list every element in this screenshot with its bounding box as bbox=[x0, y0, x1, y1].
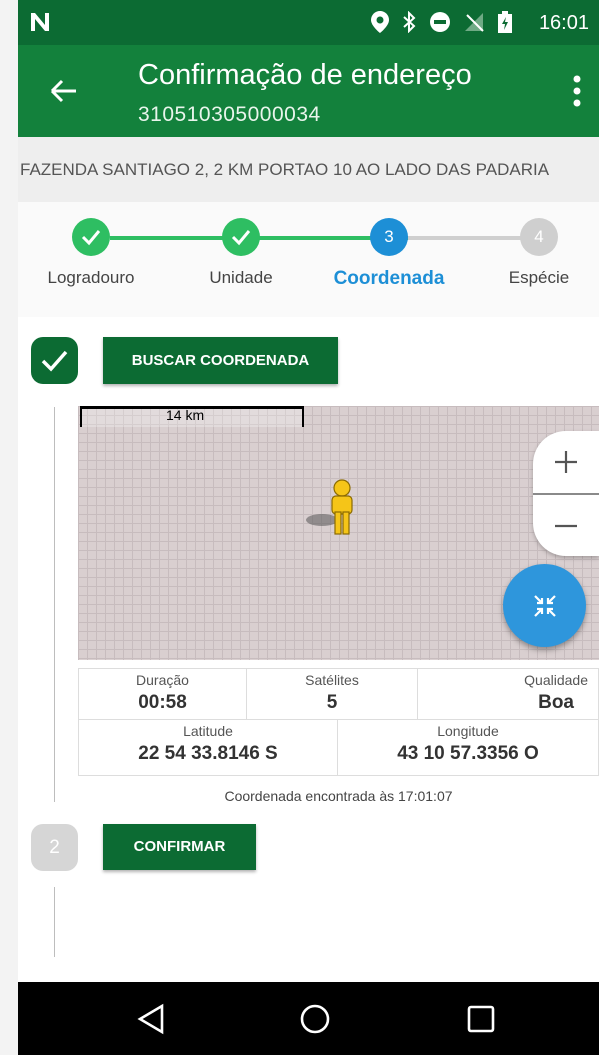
back-arrow-icon[interactable] bbox=[48, 75, 80, 107]
step-3-label: Coordenada bbox=[333, 268, 445, 289]
zoom-out-button[interactable] bbox=[533, 495, 599, 556]
location-pin-icon bbox=[371, 11, 389, 33]
address-bar: FAZENDA SANTIAGO 2, 2 KM PORTAO 10 AO LA… bbox=[18, 137, 599, 202]
latitude-cell: Latitude 22 54 33.8146 S bbox=[78, 719, 338, 776]
duration-label: Duração bbox=[136, 672, 189, 688]
status-icons bbox=[371, 10, 513, 34]
satellites-cell: Satélites 5 bbox=[246, 668, 418, 720]
app-bar: Confirmação de endereço 310510305000034 bbox=[18, 45, 599, 137]
duration-cell: Duração 00:58 bbox=[78, 668, 247, 720]
status-bar: 16:01 bbox=[18, 0, 599, 45]
zoom-controls bbox=[533, 431, 599, 556]
map-scale-label: 14 km bbox=[166, 407, 205, 423]
stepper: 3 4 Logradouro Unidade Coordenada Espéci… bbox=[18, 202, 599, 302]
check-icon bbox=[41, 350, 68, 372]
step-1-done-indicator bbox=[31, 337, 78, 384]
collapse-arrows-icon bbox=[533, 594, 556, 617]
do-not-disturb-icon bbox=[430, 12, 450, 32]
check-icon bbox=[231, 230, 251, 246]
confirmar-button[interactable]: CONFIRMAR bbox=[103, 824, 256, 870]
plus-icon bbox=[555, 451, 577, 473]
quality-label: Qualidade bbox=[524, 672, 588, 688]
satellites-value: 5 bbox=[326, 692, 338, 713]
step-connector-3 bbox=[408, 236, 538, 240]
status-time: 16:01 bbox=[538, 12, 589, 34]
recents-square-icon[interactable] bbox=[466, 1004, 496, 1034]
page-title: Confirmação de endereço bbox=[138, 59, 472, 91]
longitude-cell: Longitude 43 10 57.3356 O bbox=[337, 719, 599, 776]
address-text: FAZENDA SANTIAGO 2, 2 KM PORTAO 10 AO LA… bbox=[20, 160, 550, 179]
step-1-circle[interactable] bbox=[72, 218, 110, 256]
duration-value: 00:58 bbox=[138, 692, 187, 713]
longitude-value: 43 10 57.3356 O bbox=[397, 743, 539, 764]
check-icon bbox=[81, 230, 101, 246]
back-triangle-icon[interactable] bbox=[136, 1003, 166, 1035]
coordinate-found-text: Coordenada encontrada às 17:01:07 bbox=[224, 788, 453, 804]
step-1-label: Logradouro bbox=[47, 268, 135, 287]
zoom-in-button[interactable] bbox=[533, 431, 599, 493]
map-view[interactable]: 14 km bbox=[78, 406, 599, 660]
step-2-number: 2 bbox=[49, 836, 60, 858]
notification-n-icon bbox=[31, 13, 49, 31]
longitude-label: Longitude bbox=[437, 723, 499, 739]
step-content: BUSCAR COORDENADA 14 km Duração 00:58 Sa… bbox=[18, 317, 599, 982]
collapse-map-button[interactable] bbox=[503, 564, 586, 647]
step-connector-vertical-2 bbox=[54, 887, 55, 957]
more-options-icon[interactable] bbox=[567, 73, 587, 109]
step-2-label: Unidade bbox=[209, 268, 273, 287]
home-circle-icon[interactable] bbox=[299, 1003, 331, 1035]
step-2-circle[interactable] bbox=[222, 218, 260, 256]
step-connector-vertical-1 bbox=[54, 407, 55, 802]
no-signal-icon bbox=[465, 13, 484, 32]
latitude-value: 22 54 33.8146 S bbox=[138, 743, 278, 764]
step-4-label: Espécie bbox=[508, 268, 570, 287]
buscar-coordenada-button[interactable]: BUSCAR COORDENADA bbox=[103, 337, 338, 384]
system-nav-bar bbox=[18, 982, 599, 1055]
step-4-number: 4 bbox=[534, 227, 544, 246]
latitude-label: Latitude bbox=[183, 723, 233, 739]
battery-icon bbox=[498, 11, 512, 33]
satellites-label: Satélites bbox=[305, 672, 359, 688]
step-2-indicator: 2 bbox=[31, 824, 78, 871]
coordinate-stats: Duração 00:58 Satélites 5 Qualidade Boa … bbox=[78, 668, 599, 776]
screen: 16:01 Confirmação de endereço 3105103050… bbox=[18, 0, 599, 1055]
minus-icon bbox=[555, 524, 577, 528]
page-subtitle: 310510305000034 bbox=[138, 103, 321, 126]
step-3-circle[interactable]: 3 bbox=[370, 218, 408, 256]
step-3-number: 3 bbox=[384, 227, 394, 246]
street-view-pegman-icon[interactable] bbox=[302, 478, 362, 542]
bluetooth-icon bbox=[403, 11, 416, 33]
quality-value: Boa bbox=[538, 692, 574, 713]
quality-cell: Qualidade Boa bbox=[417, 668, 599, 720]
step-4-circle[interactable]: 4 bbox=[520, 218, 558, 256]
